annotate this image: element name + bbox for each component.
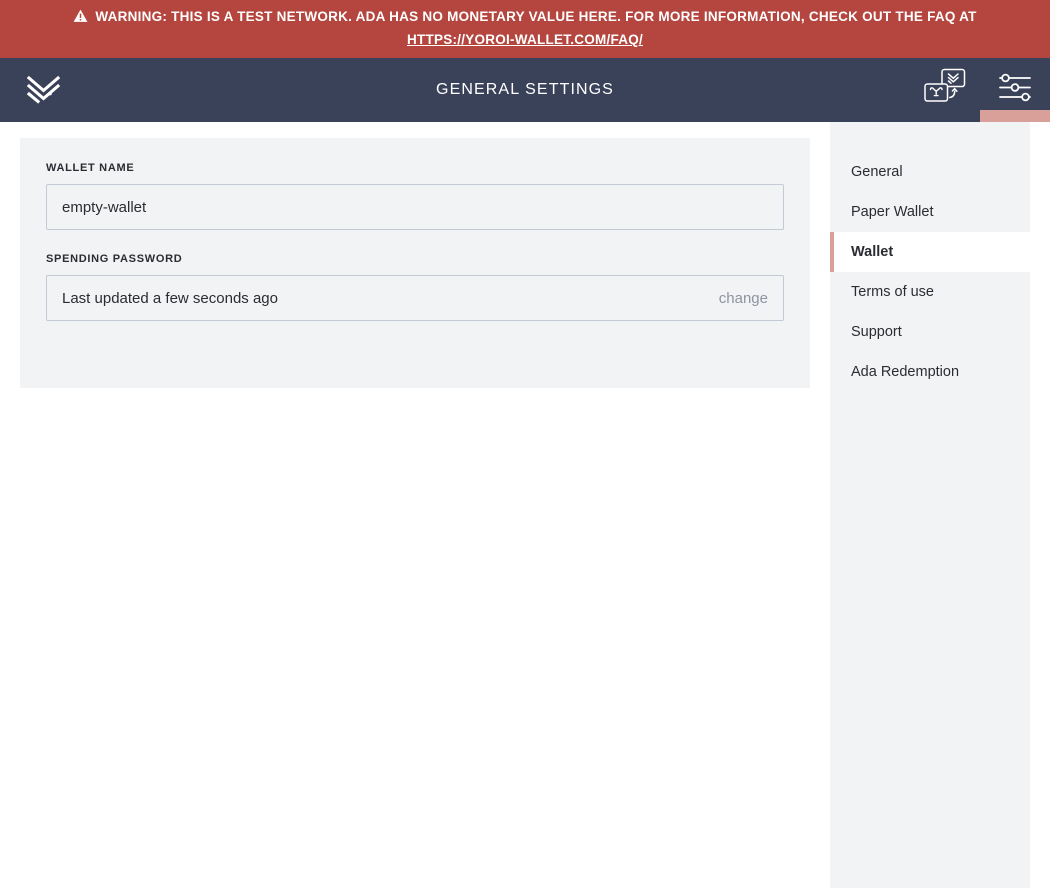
warning-triangle-icon [73, 8, 88, 29]
page-title: GENERAL SETTINGS [436, 81, 614, 98]
menu-item-label: Paper Wallet [851, 204, 934, 220]
test-network-warning-banner: WARNING: THIS IS A TEST NETWORK. ADA HAS… [0, 0, 1050, 58]
settings-sliders-icon [996, 71, 1034, 110]
wallet-name-label: WALLET NAME [46, 162, 135, 174]
settings-button[interactable] [980, 58, 1050, 122]
menu-item-wallet[interactable]: Wallet [830, 232, 1030, 272]
menu-item-ada-redemption[interactable]: Ada Redemption [830, 352, 1030, 392]
spending-password-row: Last updated a few seconds ago change [46, 275, 784, 321]
switch-wallet-button[interactable] [910, 58, 980, 122]
menu-item-terms-of-use[interactable]: Terms of use [830, 272, 1030, 312]
menu-item-label: Ada Redemption [851, 364, 960, 380]
wallet-switch-icon [921, 66, 969, 115]
menu-item-label: Wallet [851, 244, 894, 260]
spending-password-field-group: SPENDING PASSWORD Last updated a few sec… [46, 253, 784, 321]
change-password-link[interactable]: change [719, 290, 768, 307]
menu-item-label: Terms of use [851, 284, 934, 300]
menu-item-label: General [851, 164, 903, 180]
warning-text: WARNING: THIS IS A TEST NETWORK. ADA HAS… [95, 9, 977, 24]
settings-menu: General Paper Wallet Wallet Terms of use… [830, 122, 1030, 888]
wallet-name-input[interactable] [46, 184, 784, 230]
spending-password-label: SPENDING PASSWORD [46, 253, 183, 265]
menu-item-general[interactable]: General [830, 152, 1030, 192]
faq-link[interactable]: HTTPS://YOROI-WALLET.COM/FAQ/ [407, 32, 643, 47]
wallet-settings-card: WALLET NAME SPENDING PASSWORD Last updat… [20, 138, 810, 388]
wallet-name-field-group: WALLET NAME [46, 162, 784, 230]
menu-item-support[interactable]: Support [830, 312, 1030, 352]
menu-item-label: Support [851, 324, 902, 340]
spending-password-status: Last updated a few seconds ago [62, 289, 278, 307]
settings-page: WALLET NAME SPENDING PASSWORD Last updat… [0, 122, 1050, 888]
settings-active-indicator [980, 110, 1050, 122]
top-navbar: GENERAL SETTINGS [0, 58, 1050, 122]
navbar-actions [910, 58, 1050, 122]
menu-item-paper-wallet[interactable]: Paper Wallet [830, 192, 1030, 232]
